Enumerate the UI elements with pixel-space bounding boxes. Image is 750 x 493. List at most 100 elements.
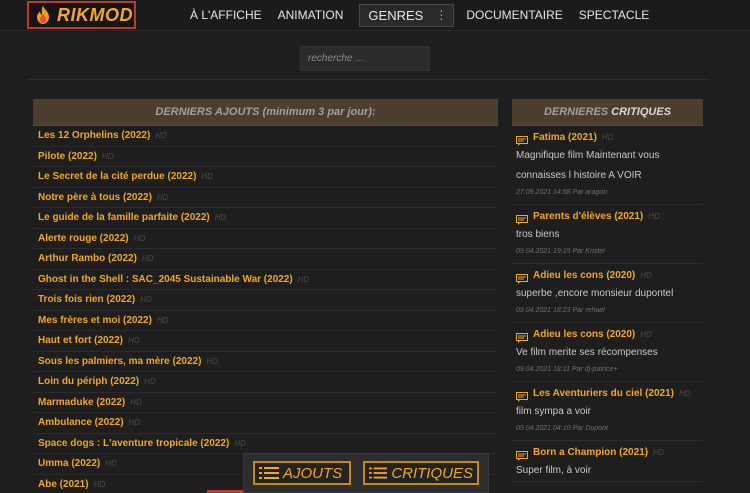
nav-item-a-laffiche[interactable]: À L'AFFICHE (190, 8, 262, 22)
list-item[interactable]: Marmaduke (2022) HD (33, 393, 498, 413)
review-header: Born a Champion (2021) HD (516, 444, 703, 461)
hd-badge: HD (156, 192, 169, 202)
comment-icon (516, 448, 528, 461)
list-item[interactable]: Ghost in the Shell : SAC_2045 Sustainabl… (33, 270, 498, 290)
movie-title-link[interactable]: Arthur Rambo (2022) (38, 253, 137, 264)
hd-badge: HD (678, 389, 691, 398)
review-text: Super film, à voir (516, 465, 592, 476)
nav-item-animation[interactable]: ANIMATION (278, 8, 344, 22)
site-logo[interactable]: RIKMOD (27, 1, 136, 29)
section-divider (28, 79, 710, 80)
nav-genres-dropdown[interactable]: GENRES ⋮ (359, 3, 455, 27)
list-item[interactable]: Les 12 Orphelins (2022) HD (33, 126, 498, 147)
latest-additions-heading: DERNIERS AJOUTS (minimum 3 par jour): (33, 99, 498, 126)
movie-title-link[interactable]: Haut et fort (2022) (38, 335, 123, 346)
list-item[interactable]: Ambulance (2022) HD (33, 413, 498, 434)
critiques-button[interactable]: CRITIQUES (363, 461, 479, 485)
review-header: Adieu les cons (2020) HD (516, 267, 703, 284)
review-text: film sympa a voir (516, 406, 592, 417)
movie-title-link[interactable]: Umma (2022) (38, 458, 100, 469)
latest-additions-list: Les 12 Orphelins (2022) HD Pilote (2022) HD… (33, 126, 498, 493)
hd-badge: HD (653, 448, 665, 457)
movie-title-link[interactable]: Trois fois rien (2022) (38, 294, 135, 305)
review-movie-link[interactable]: Adieu les cons (2020) (533, 329, 635, 340)
nav-item-documentaire[interactable]: DOCUMENTAIRE (466, 8, 562, 22)
genres-label: GENRES (368, 7, 424, 23)
list-item[interactable]: Trois fois rien (2022) HD (33, 290, 498, 311)
latest-reviews-list: Fatima (2021) HD Magnifique film Maintenan… (512, 126, 703, 482)
hd-badge: HD (101, 151, 114, 161)
review-movie-link[interactable]: Born a Champion (2021) (533, 447, 648, 458)
movie-title-link[interactable]: Ghost in the Shell : SAC_2045 Sustainabl… (38, 274, 293, 285)
reviews-heading-part1: DERNIERES (543, 106, 609, 118)
review-text: Magnifique film Maintenant vous connaiss… (516, 150, 660, 181)
review-item: Les Aventuriers du ciel (2021) HD film sym… (512, 382, 703, 441)
list-item[interactable]: Alerte rouge (2022) HD (33, 229, 498, 249)
movie-title-link[interactable]: Marmaduke (2022) (38, 397, 125, 408)
hd-badge: HD (234, 438, 246, 448)
reviews-heading-part2: CRITIQUES (611, 106, 672, 118)
more-dots-icon: ⋮ (435, 8, 448, 22)
movie-title-link[interactable]: Space dogs : L'aventure tropicale (2022) (38, 438, 229, 449)
review-item: Adieu les cons (2020) HD Ve film merite se… (512, 323, 703, 382)
movie-title-link[interactable]: Notre père à tous (2022) (38, 192, 152, 203)
list-item[interactable]: Loin du périph (2022) HD (33, 372, 498, 393)
movie-title-link[interactable]: Les 12 Orphelins (2022) (38, 130, 150, 141)
movie-title-link[interactable]: Mes frères et moi (2022) (38, 315, 152, 326)
movie-title-link[interactable]: Alerte rouge (2022) (38, 233, 129, 244)
list-item[interactable]: Pilote (2022) HD (33, 147, 498, 167)
list-item[interactable]: Arthur Rambo (2022) HD (33, 249, 498, 270)
hd-badge: HD (156, 315, 169, 325)
hd-badge: HD (140, 295, 152, 305)
list-item[interactable]: Le Secret de la cité perdue (2022) HD (33, 167, 498, 188)
movie-title-link[interactable]: Sous les palmiers, ma mère (2022) (38, 356, 201, 367)
review-item: Adieu les cons (2020) HD superbe ,encore m… (512, 264, 703, 323)
comment-icon (516, 212, 528, 225)
list-item[interactable]: Mes frères et moi (2022) HD (33, 311, 498, 331)
movie-title-link[interactable]: Le guide de la famille parfaite (2022) (38, 212, 210, 223)
flame-icon (37, 6, 49, 24)
nav-item-spectacle[interactable]: SPECTACLE (579, 8, 649, 22)
hd-badge: HD (130, 397, 142, 407)
review-movie-link[interactable]: Adieu les cons (2020) (533, 270, 635, 281)
hd-badge: HD (214, 213, 227, 223)
review-movie-link[interactable]: Parents d'élèves (2021) (533, 211, 643, 222)
comment-icon (516, 389, 528, 402)
movie-title-link[interactable]: Pilote (2022) (38, 151, 97, 162)
review-item: Fatima (2021) HD Magnifique film Maintenan… (512, 126, 703, 205)
hd-badge: HD (297, 274, 310, 284)
review-movie-link[interactable]: Fatima (2021) (533, 132, 597, 143)
list-item[interactable]: Sous les palmiers, ma mère (2022) HD (33, 352, 498, 372)
hd-badge: HD (144, 377, 156, 387)
ajouts-label: AJOUTS (283, 464, 343, 482)
movie-title-link[interactable]: Loin du périph (2022) (38, 376, 139, 387)
review-movie-link[interactable]: Les Aventuriers du ciel (2021) (533, 388, 674, 399)
review-item: Born a Champion (2021) HD Super film, à vo… (512, 441, 703, 482)
comment-icon (516, 330, 528, 343)
hd-badge: HD (601, 133, 614, 142)
hd-badge: HD (648, 212, 660, 221)
movie-title-link[interactable]: Abe (2021) (38, 479, 89, 490)
list-item[interactable]: Le guide de la famille parfaite (2022) HD (33, 208, 498, 229)
hd-badge: HD (93, 479, 106, 489)
review-meta: 09.04.2021 18:11 Par dj-patrice+ (516, 366, 618, 373)
list-item[interactable]: Notre père à tous (2022) HD (33, 188, 498, 208)
review-meta: 09.04.2021 04:10 Par Dupont (516, 425, 608, 432)
list-icon (259, 467, 279, 479)
ajouts-button[interactable]: AJOUTS (253, 461, 351, 485)
hd-badge: HD (128, 336, 140, 346)
movie-title-link[interactable]: Le Secret de la cité perdue (2022) (38, 171, 196, 182)
hd-badge: HD (640, 271, 652, 280)
list-item[interactable]: Space dogs : L'aventure tropicale (2022)… (33, 434, 498, 454)
list-item[interactable]: Haut et fort (2022) HD (33, 331, 498, 352)
hd-badge: HD (201, 172, 213, 182)
review-text: Ve film merite ses récompenses (516, 347, 658, 358)
hd-badge: HD (206, 356, 218, 366)
hd-badge: HD (133, 233, 146, 243)
review-header: Adieu les cons (2020) HD (516, 326, 703, 343)
floating-action-bar: AJOUTS CRITIQUES (243, 453, 489, 493)
movie-title-link[interactable]: Ambulance (2022) (38, 417, 124, 428)
review-header: Les Aventuriers du ciel (2021) HD (516, 385, 703, 402)
search-input[interactable] (300, 46, 430, 71)
review-meta: 09.04.2021 18:23 Par rehael (516, 307, 605, 314)
